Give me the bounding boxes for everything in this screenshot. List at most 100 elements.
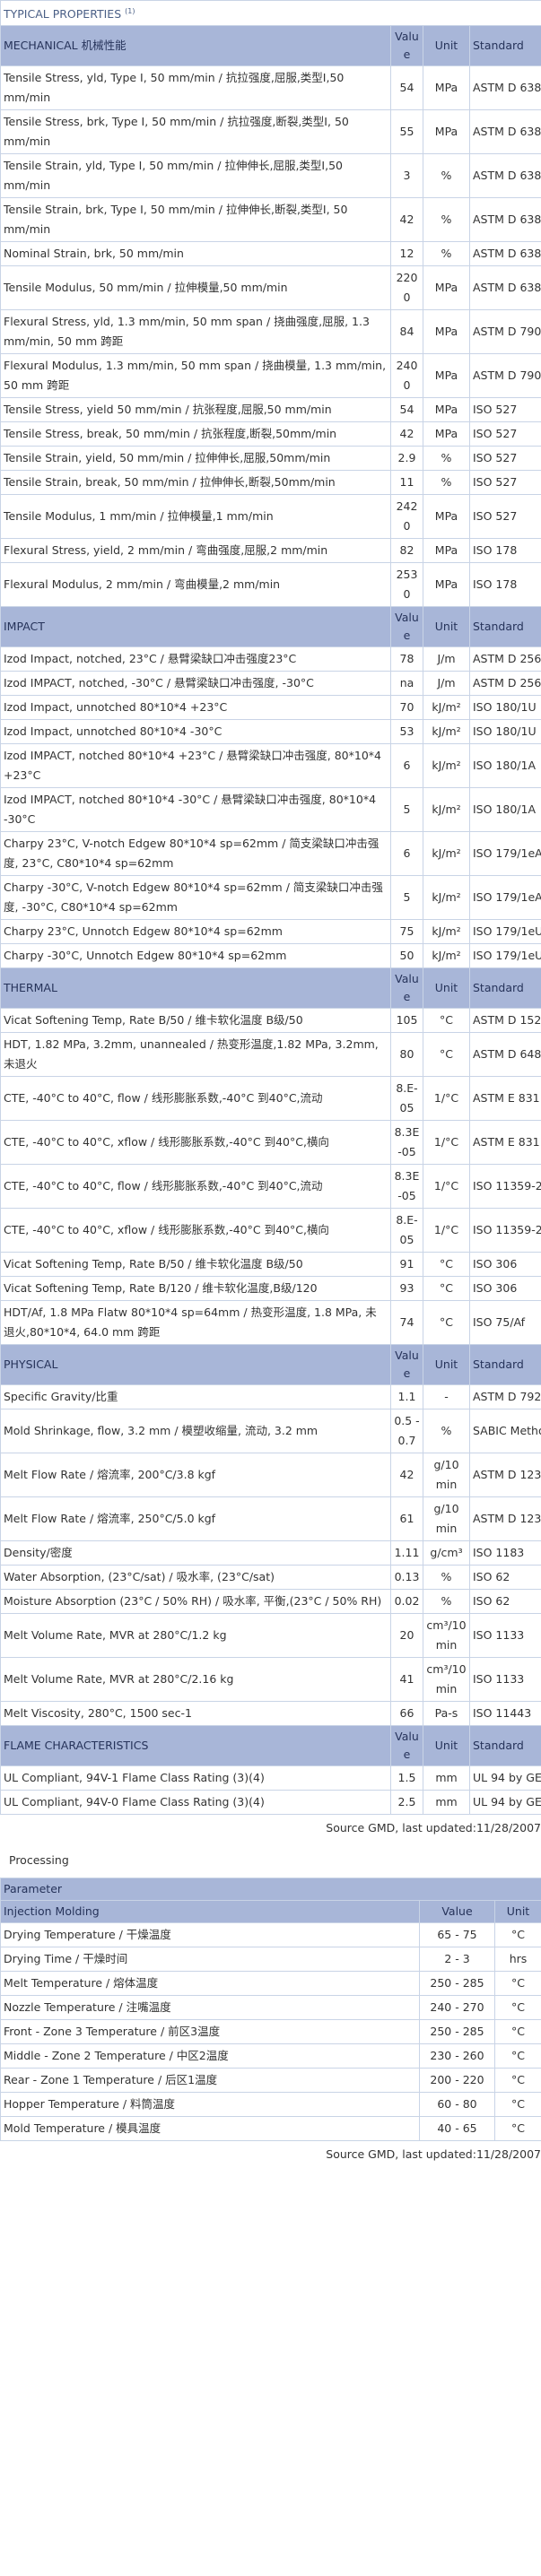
- table-row: Izod IMPACT, notched 80*10*4 +23°C / 悬臂梁…: [0, 743, 541, 789]
- value-header: Value: [390, 967, 423, 1010]
- table-row: CTE, -40°C to 40°C, flow / 线形膨胀系数,-40°C …: [0, 1076, 541, 1122]
- property-value: 8.E-05: [390, 1076, 423, 1122]
- table-row: HDT/Af, 1.8 MPa Flatw 80*10*4 sp=64mm / …: [0, 1300, 541, 1346]
- processing-unit: °C: [494, 2019, 541, 2045]
- property-unit: kJ/m²: [423, 787, 470, 833]
- property-standard: ASTM D 1238: [468, 1453, 541, 1498]
- property-value: 42: [390, 421, 423, 447]
- property-value: 41: [390, 1657, 423, 1703]
- property-unit: MPa: [423, 494, 470, 540]
- property-name: Melt Volume Rate, MVR at 280°C/2.16 kg: [0, 1657, 391, 1703]
- property-name: Tensile Stress, brk, Type I, 50 mm/min /…: [0, 109, 391, 155]
- property-standard: ISO 62: [468, 1565, 541, 1591]
- property-unit: cm³/10 min: [423, 1657, 470, 1703]
- processing-row: Hopper Temperature / 料筒温度 60 - 80 °C: [0, 2092, 541, 2118]
- table-row: Density/密度 1.11 g/cm³ ISO 1183: [0, 1540, 541, 1566]
- property-name: CTE, -40°C to 40°C, flow / 线形膨胀系数,-40°C …: [0, 1076, 391, 1122]
- property-unit: 1/°C: [423, 1164, 470, 1210]
- property-standard: ISO 306: [468, 1252, 541, 1278]
- property-unit: MPa: [423, 397, 470, 423]
- property-name: Mold Shrinkage, flow, 3.2 mm / 模塑收缩量, 流动…: [0, 1409, 391, 1454]
- processing-value: 230 - 260: [419, 2043, 495, 2069]
- property-standard: ASTM D 638: [468, 65, 541, 111]
- table-row: Flexural Stress, yld, 1.3 mm/min, 50 mm …: [0, 309, 541, 355]
- property-value: 8.E-05: [390, 1208, 423, 1253]
- property-name: Melt Flow Rate / 熔流率, 200°C/3.8 kgf: [0, 1453, 391, 1498]
- property-standard: ISO 178: [468, 538, 541, 564]
- property-standard: ISO 180/1A: [468, 743, 541, 789]
- processing-name: Mold Temperature / 模具温度: [0, 2116, 420, 2142]
- property-standard: ISO 11359-2: [468, 1164, 541, 1210]
- property-value: 20: [390, 1613, 423, 1659]
- section-header-row: THERMAL Value Unit Standard: [0, 967, 541, 1010]
- table-row: Charpy -30°C, V-notch Edgew 80*10*4 sp=6…: [0, 875, 541, 921]
- property-name: Izod IMPACT, notched 80*10*4 -30°C / 悬臂梁…: [0, 787, 391, 833]
- table-row: Flexural Stress, yield, 2 mm/min / 弯曲强度,…: [0, 538, 541, 564]
- processing-name: Front - Zone 3 Temperature / 前区3温度: [0, 2019, 420, 2045]
- table-row: Tensile Strain, yield, 50 mm/min / 拉伸伸长,…: [0, 446, 541, 472]
- property-name: Izod IMPACT, notched, -30°C / 悬臂梁缺口冲击强度,…: [0, 671, 391, 697]
- section-title: MECHANICAL 机械性能: [0, 25, 391, 67]
- processing-name: Middle - Zone 2 Temperature / 中区2温度: [0, 2043, 420, 2069]
- table-row: Tensile Strain, yld, Type I, 50 mm/min /…: [0, 153, 541, 199]
- processing-value-header: Value: [419, 1900, 495, 1924]
- property-value: 1.11: [390, 1540, 423, 1566]
- processing-value: 240 - 270: [419, 1995, 495, 2021]
- table-row: Melt Flow Rate / 熔流率, 200°C/3.8 kgf 42 g/1…: [0, 1453, 541, 1498]
- property-unit: MPa: [423, 309, 470, 355]
- property-unit: g/10 min: [423, 1496, 470, 1542]
- property-name: Tensile Stress, yld, Type I, 50 mm/min /…: [0, 65, 391, 111]
- unit-header: Unit: [423, 1725, 470, 1767]
- property-value: 42: [390, 1453, 423, 1498]
- property-standard: ISO 62: [468, 1589, 541, 1615]
- property-unit: MPa: [423, 538, 470, 564]
- property-unit: MPa: [423, 109, 470, 155]
- property-unit: %: [423, 446, 470, 472]
- processing-parameter-row: Parameter: [0, 1878, 541, 1902]
- processing-row: Drying Temperature / 干燥温度 65 - 75 °C: [0, 1922, 541, 1948]
- property-standard: UL 94 by GE: [468, 1765, 541, 1791]
- property-unit: kJ/m²: [423, 743, 470, 789]
- property-standard: ISO 180/1A: [468, 787, 541, 833]
- property-name: Nominal Strain, brk, 50 mm/min: [0, 241, 391, 267]
- table-row: Tensile Strain, brk, Type I, 50 mm/min /…: [0, 197, 541, 243]
- processing-value: 65 - 75: [419, 1922, 495, 1948]
- property-name: Melt Volume Rate, MVR at 280°C/1.2 kg: [0, 1613, 391, 1659]
- table-row: Vicat Softening Temp, Rate B/50 / 维卡软化温度…: [0, 1252, 541, 1278]
- property-unit: kJ/m²: [423, 831, 470, 877]
- property-value: 2.9: [390, 446, 423, 472]
- property-unit: kJ/m²: [423, 943, 470, 969]
- property-unit: °C: [423, 1276, 470, 1302]
- processing-value: 200 - 220: [419, 2068, 495, 2094]
- property-value: 75: [390, 919, 423, 945]
- table-row: Tensile Modulus, 1 mm/min / 拉伸模量,1 mm/mi…: [0, 494, 541, 540]
- property-standard: ASTM D 256: [468, 646, 541, 672]
- property-unit: %: [423, 197, 470, 243]
- standard-header: Standard: [468, 967, 541, 1010]
- processing-unit: °C: [494, 1971, 541, 1997]
- property-value: 8.3E-05: [390, 1164, 423, 1210]
- property-standard: ASTM D 638: [468, 241, 541, 267]
- property-value: 11: [390, 470, 423, 496]
- processing-name: Hopper Temperature / 料筒温度: [0, 2092, 420, 2118]
- property-standard: ISO 179/1eA: [468, 831, 541, 877]
- standard-header: Standard: [468, 1725, 541, 1767]
- property-unit: g/cm³: [423, 1540, 470, 1566]
- property-value: 70: [390, 695, 423, 721]
- property-standard: ISO 527: [468, 470, 541, 496]
- property-unit: %: [423, 1409, 470, 1454]
- table-row: CTE, -40°C to 40°C, flow / 线形膨胀系数,-40°C …: [0, 1164, 541, 1210]
- property-name: HDT/Af, 1.8 MPa Flatw 80*10*4 sp=64mm / …: [0, 1300, 391, 1346]
- properties-source-note: Source GMD, last updated:11/28/2007: [326, 1821, 541, 1835]
- property-standard: ISO 527: [468, 446, 541, 472]
- properties-table: TYPICAL PROPERTIES (1) MECHANICAL 机械性能 Va…: [0, 0, 541, 1816]
- property-unit: °C: [423, 1300, 470, 1346]
- property-name: Izod Impact, unnotched 80*10*4 -30°C: [0, 719, 391, 745]
- table-row: Melt Flow Rate / 熔流率, 250°C/5.0 kgf 61 g/1…: [0, 1496, 541, 1542]
- table-row: Izod Impact, unnotched 80*10*4 +23°C 70 kJ…: [0, 695, 541, 721]
- properties-title-cell: TYPICAL PROPERTIES (1): [0, 0, 541, 27]
- property-standard: ASTM D 256: [468, 671, 541, 697]
- processing-unit: hrs: [494, 1947, 541, 1973]
- property-value: 5: [390, 787, 423, 833]
- properties-body: TYPICAL PROPERTIES (1) MECHANICAL 机械性能 Va…: [0, 0, 541, 1816]
